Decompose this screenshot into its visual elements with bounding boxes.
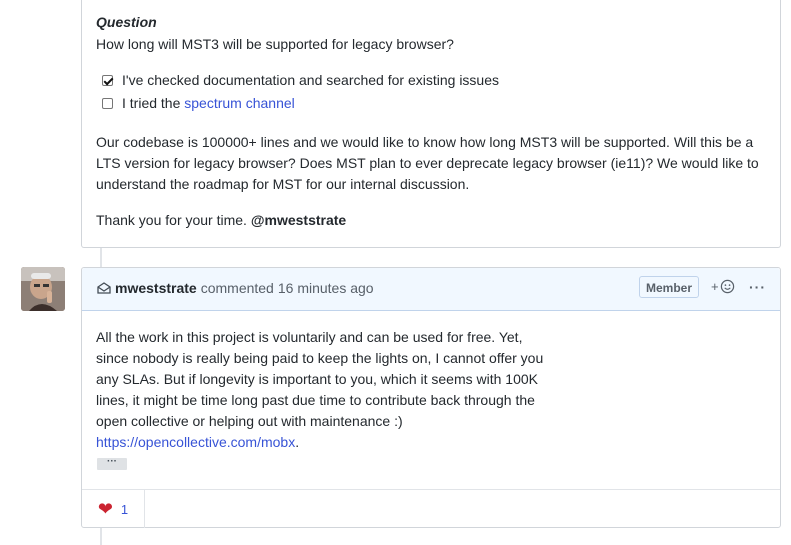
member-badge: Member — [639, 276, 700, 298]
expand-hidden-text-button[interactable]: ··· — [97, 457, 127, 470]
heart-icon: ❤ — [97, 499, 113, 519]
reaction-count: 1 — [120, 501, 129, 517]
heart-reaction-button[interactable]: ❤ 1 — [82, 490, 145, 528]
thanks-text: Thank you for your time. — [96, 212, 251, 228]
checkbox-checked[interactable] — [102, 74, 113, 86]
question-heading: Question — [96, 14, 157, 30]
plus-icon: + — [711, 279, 719, 294]
reactions-bar: ❤ 1 — [82, 489, 780, 528]
comment-options-button[interactable]: ··· — [749, 279, 766, 295]
description-line: LTS version for legacy browser? Does MST… — [96, 155, 759, 171]
comment-meta: mweststrate commented 16 minutes ago — [97, 280, 374, 296]
opencollective-link[interactable]: https://opencollective.com/mobx — [96, 434, 295, 450]
timeline-connector — [100, 248, 102, 267]
task-label-prefix: I tried the — [122, 95, 185, 111]
task-label: I've checked documentation and searched … — [122, 72, 500, 88]
comment-line: lines, it might be time long past due ti… — [96, 392, 535, 408]
comment-line: since nobody is really being paid to kee… — [96, 350, 544, 366]
checkbox-unchecked[interactable] — [102, 97, 113, 109]
task-item-docs: I've checked documentation and searched … — [102, 70, 499, 90]
timeline-connector — [100, 528, 102, 545]
comment-timestamp-link[interactable]: 16 minutes ago — [278, 280, 374, 296]
comment-body: All the work in this project is voluntar… — [96, 327, 616, 453]
mail-icon — [97, 282, 111, 294]
comment-action: commented — [200, 280, 274, 296]
task-item-spectrum: I tried the spectrum channel — [102, 93, 295, 113]
question-text: How long will MST3 will be supported for… — [96, 36, 454, 52]
comment-line: All the work in this project is voluntar… — [96, 329, 523, 345]
description-line: understand the roadmap for MST for our i… — [96, 176, 470, 192]
issue-description: Our codebase is 100000+ lines and we wou… — [96, 132, 776, 195]
spectrum-channel-link[interactable]: spectrum channel — [184, 95, 295, 111]
thanks-line: Thank you for your time. @mweststrate — [96, 210, 776, 231]
link-suffix: . — [295, 434, 300, 450]
avatar-image-icon — [21, 267, 65, 311]
user-mention-link[interactable]: @mweststrate — [251, 212, 346, 228]
comment-line: open collective or helping out with main… — [96, 413, 403, 429]
comment-line: any SLAs. But if longevity is important … — [96, 371, 538, 387]
comment-line-link: https://opencollective.com/mobx. — [96, 432, 616, 453]
comment-author-link[interactable]: mweststrate — [115, 280, 197, 296]
add-reaction-button[interactable]: + — [711, 279, 735, 294]
smiley-icon — [720, 279, 734, 294]
description-line: Our codebase is 100000+ lines and we wou… — [96, 134, 754, 150]
avatar[interactable] — [21, 267, 65, 311]
